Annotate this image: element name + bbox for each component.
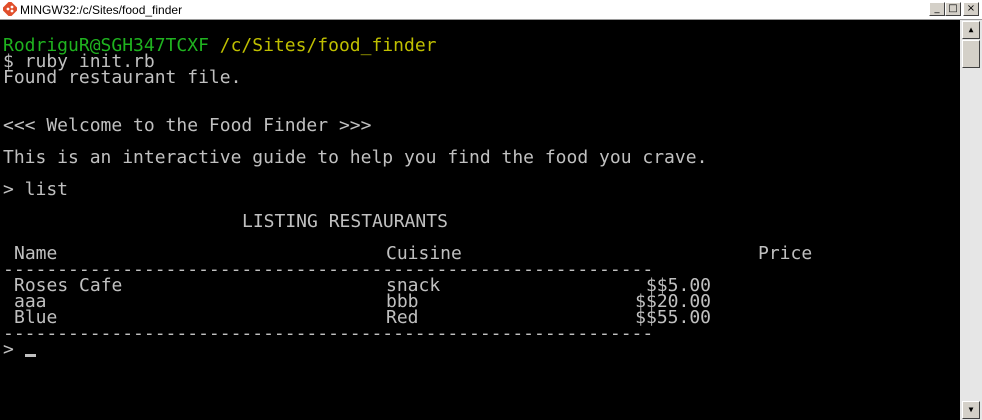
git-icon: [3, 2, 17, 16]
column-header-price: Price: [758, 243, 813, 264]
listing-title: LISTING RESTAURANTS: [242, 211, 448, 232]
prompt-path: /c/Sites/food_finder: [219, 35, 437, 56]
title-bar[interactable]: MINGW32:/c/Sites/food_finder _ □ ×: [0, 0, 982, 20]
terminal-output[interactable]: RodriguR@SGH347TCXF /c/Sites/food_finder…: [0, 20, 960, 420]
scroll-down-button[interactable]: ▼: [962, 401, 980, 419]
cursor: [24, 354, 36, 357]
scroll-thumb[interactable]: [962, 40, 980, 68]
intro-text: This is an interactive guide to help you…: [3, 147, 708, 168]
input-line[interactable]: >: [3, 339, 36, 360]
input-prompt: >: [3, 339, 25, 360]
found-message: Found restaurant file.: [3, 67, 242, 88]
vertical-scrollbar[interactable]: ▲ ▼: [960, 20, 982, 420]
minimize-button[interactable]: _: [929, 2, 945, 16]
close-button[interactable]: ×: [963, 2, 979, 16]
terminal-window: MINGW32:/c/Sites/food_finder _ □ × Rodri…: [0, 0, 982, 420]
window-title: MINGW32:/c/Sites/food_finder: [20, 3, 183, 17]
maximize-button[interactable]: □: [945, 2, 961, 16]
list-command: > list: [3, 179, 69, 200]
welcome-banner: <<< Welcome to the Food Finder >>>: [3, 115, 372, 136]
scroll-up-button[interactable]: ▲: [962, 21, 980, 39]
table-separator-bottom: ----------------------------------------…: [3, 323, 654, 344]
